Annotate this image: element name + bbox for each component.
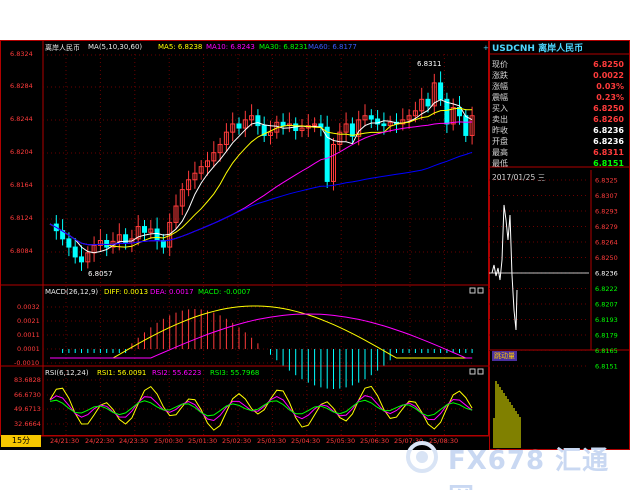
time-tick: 25/05:30 xyxy=(326,437,356,445)
macd-params: MACD(26,12,9) xyxy=(45,288,99,296)
ma10-line xyxy=(49,107,473,248)
time-tick: 25/06:30 xyxy=(360,437,390,445)
candle-body xyxy=(79,256,84,263)
price-tick: 6.8124 xyxy=(10,214,33,222)
time-tick: 25/00:30 xyxy=(154,437,184,445)
time-tick: 24/22:30 xyxy=(85,437,115,445)
macd-tick: 0.0032 xyxy=(17,303,40,311)
macd-tick: 0.0001 xyxy=(17,345,40,353)
mini-tick-label: 6.8250 xyxy=(595,254,618,262)
mini-tick-label: 6.8264 xyxy=(595,239,618,247)
restore-icon xyxy=(469,287,476,294)
close-icon xyxy=(477,287,484,294)
price-tick: 6.8284 xyxy=(10,82,33,90)
ma60-value: MA60: 6.8177 xyxy=(308,43,357,51)
rsi-tick: 49.6713 xyxy=(14,405,41,413)
time-tick: 25/01:30 xyxy=(188,437,218,445)
time-tick: 25/02:30 xyxy=(222,437,252,445)
mini-tick-label: 6.8207 xyxy=(595,301,618,309)
plus-icon[interactable]: + xyxy=(483,44,489,52)
mini-tick-label: 6.8151 xyxy=(595,363,618,371)
ma5-value: MA5: 6.8238 xyxy=(158,43,203,51)
price-tick: 6.8204 xyxy=(10,148,33,156)
watermark-text: FX678 汇通网 xyxy=(448,446,610,490)
candle-body xyxy=(463,115,469,136)
candle-body xyxy=(280,121,286,127)
rsi3-line xyxy=(49,399,473,417)
high-price-label: 6.8311 xyxy=(417,60,442,68)
candle-body xyxy=(368,115,374,120)
rsi-tick: 83.6828 xyxy=(14,376,41,384)
rsi1-value: RSI1: 56.0091 xyxy=(97,369,147,377)
candle-body xyxy=(142,226,147,233)
mini-tick-label: 6.8293 xyxy=(595,208,618,216)
ma10-value: MA10: 6.8243 xyxy=(206,43,255,51)
price-tick: 6.8164 xyxy=(10,181,33,189)
volume-title: 跳动量 xyxy=(492,351,517,361)
mini-chart: 6.8325 6.8307 6.8293 6.8279 6.8264 6.8250 6.82… xyxy=(489,170,618,448)
mini-tick-label: 6.8307 xyxy=(595,192,618,200)
time-tick: 24/23:30 xyxy=(119,437,149,445)
macd-diff: DIFF: 0.0013 xyxy=(104,288,149,296)
mini-tick-label: 6.8222 xyxy=(595,285,618,293)
time-tick: 24/21:30 xyxy=(50,437,80,445)
candle-body xyxy=(236,123,242,129)
macd-dea: DEA: 0.0017 xyxy=(150,288,194,296)
candle-body xyxy=(104,240,110,248)
rsi-tick: 66.6730 xyxy=(14,391,41,399)
macd-value: MACD: -0.0007 xyxy=(198,288,251,296)
price-tick: 6.8244 xyxy=(10,115,33,123)
rsi-tick: 32.6664 xyxy=(14,420,41,428)
macd-tick: 0.0021 xyxy=(17,317,40,325)
mini-tick-label: 6.8165 xyxy=(595,347,618,355)
ma-params: MA(5,10,30,60) xyxy=(88,43,143,51)
mini-tick-label: 6.8279 xyxy=(595,223,618,231)
ma30-value: MA30: 6.8231 xyxy=(259,43,308,51)
candle-body xyxy=(349,123,355,137)
price-tick: 6.8324 xyxy=(10,50,33,58)
close-icon xyxy=(477,368,484,375)
time-tick: 25/04:30 xyxy=(291,437,321,445)
candle-body xyxy=(438,82,444,100)
low-price-label: 6.8057 xyxy=(88,270,113,278)
restore-icon xyxy=(469,368,476,375)
mini-tick-label: 6.8193 xyxy=(595,316,618,324)
candle-body xyxy=(154,228,160,242)
ma30-line xyxy=(49,121,473,246)
fx678-logo-icon xyxy=(406,441,438,473)
period-15min-button[interactable]: 15分 xyxy=(1,435,41,447)
rsi2-value: RSI2: 55.6223 xyxy=(152,369,202,377)
candle-body xyxy=(381,123,387,127)
macd-tick: -0.0010 xyxy=(14,359,40,367)
candle-body xyxy=(66,238,72,248)
price-tick: 6.8084 xyxy=(10,247,33,255)
candle-body xyxy=(72,246,78,258)
mini-price-line xyxy=(491,204,518,331)
rsi3-value: RSI3: 55.7968 xyxy=(210,369,260,377)
rsi2-line xyxy=(49,395,473,422)
mini-tick-label: 6.8179 xyxy=(595,332,618,340)
mini-tick-label: 6.8236 xyxy=(595,270,618,278)
rsi-params: RSI(6,12,24) xyxy=(45,369,89,377)
time-tick: 25/03:30 xyxy=(257,437,287,445)
macd-tick: 0.0011 xyxy=(17,331,40,339)
watermark: FX678 汇通网 xyxy=(402,438,622,490)
main-title: 离岸人民币 xyxy=(45,44,80,52)
candle-body xyxy=(255,115,261,127)
mini-tick-label: 6.8325 xyxy=(595,177,618,185)
trading-window: 离岸人民币 MA(5,10,30,60) MA5: 6.8238 MA10: 6… xyxy=(0,40,630,450)
price-chart-area xyxy=(0,40,489,437)
ma60-line xyxy=(49,151,473,246)
candle-body xyxy=(425,98,431,107)
quote-panel: + USDCNH 离岸人民币 现价 6.8250 涨跌 0.0022 涨幅 0.03%… xyxy=(483,40,630,450)
